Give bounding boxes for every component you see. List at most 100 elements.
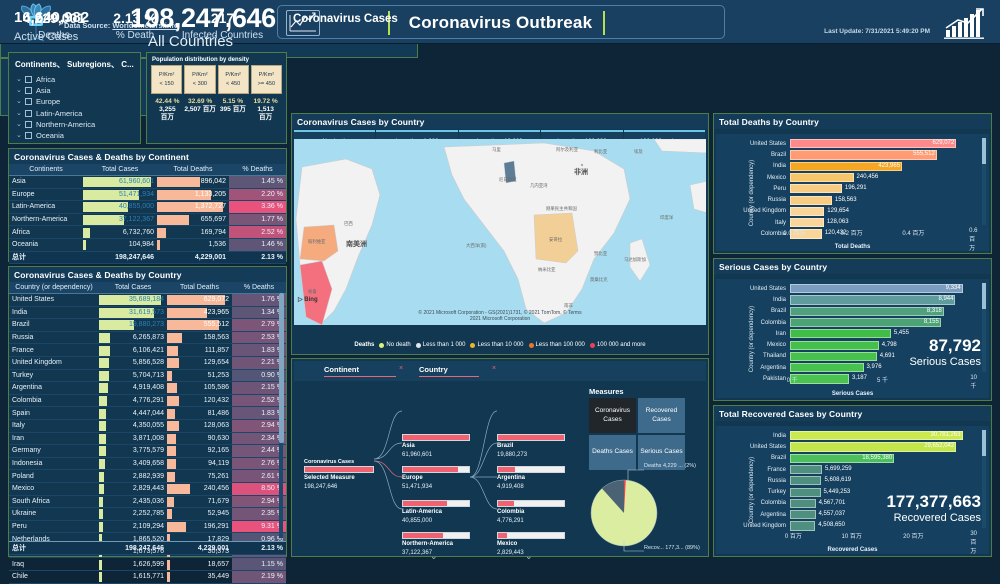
checkbox[interactable] [25,132,32,140]
table-row[interactable]: Iran 3,871,008 90,630 2.34 % [9,432,286,446]
table-row[interactable]: Oceania 104,984 1,536 1.46 % [9,238,286,252]
cell-country[interactable]: Iran [9,432,99,446]
table-row[interactable]: India 31,619,573 423,965 1.34 % [9,306,286,320]
bar-fill[interactable] [790,139,957,149]
map-canvas[interactable]: 巴西 南美洲 非洲 玻利维亚 秘鲁 安哥拉 刚果民主共和国 纳米比亚 南非 马达… [294,139,706,325]
tree-node-latin-america[interactable]: Latin-America 40,855,000 [402,500,470,525]
chevron-down-icon[interactable]: ⌄ [16,87,25,94]
cell-country[interactable]: Ukraine [9,507,99,521]
table-row[interactable]: United States 35,689,184 629,072 1.76 % [9,293,286,307]
tree-node-europe[interactable]: Europe 51,471,934 [402,466,470,491]
bar-fill[interactable] [790,195,832,205]
chevron-down-icon[interactable]: ⌄ [430,551,438,562]
filter-item-northern-america[interactable]: ⌄ Northern-America [9,119,140,130]
tree-node-asia[interactable]: Asia 61,960,601 [402,434,470,459]
cell-country[interactable]: Asia [9,175,83,189]
chart-bar-row[interactable]: Russia 158,563 [728,194,975,205]
table-row[interactable]: Russia 6,265,873 158,563 2.53 % [9,331,286,345]
density-card[interactable]: P/Km² < 450 [217,65,249,94]
tree-node-brazil[interactable]: Brazil 19,880,273 [497,434,565,459]
country-table[interactable]: Country (or dependency) Total Cases Tota… [9,282,286,584]
cell-country[interactable]: Mexico [9,482,99,496]
table-row[interactable]: United Kingdom 5,856,528 129,654 2.21 % [9,356,286,370]
chart-plot-area[interactable]: Country (or dependency) United States 629… [716,134,989,251]
bar-fill[interactable] [790,184,842,194]
chevron-down-icon[interactable]: ⌄ [16,98,25,105]
chevron-down-icon[interactable]: ⌄ [16,76,25,83]
chevron-down-icon[interactable]: ⌄ [16,132,25,139]
cell-country[interactable]: Oceania [9,238,83,252]
bar-fill[interactable] [790,284,963,294]
table-row[interactable]: Peru 2,109,294 196,291 9.31 % [9,520,286,534]
chart-bar-row[interactable]: United States 629,072 [728,138,975,149]
table-row[interactable]: Latin-America 40,855,000 1,372,727 3.36 % [9,200,286,214]
cell-country[interactable]: United Kingdom [9,356,99,370]
tree-node-root[interactable]: Coronavirus Cases Selected Measure 198,2… [304,459,374,491]
table-row[interactable]: Europe 51,471,934 1,133,205 2.20 % [9,188,286,202]
cell-country[interactable]: Chile [9,570,99,584]
table-row[interactable]: Colombia 4,776,291 120,432 2.52 % [9,394,286,408]
chart-bar-row[interactable]: Peru 196,291 [728,183,975,194]
cell-country[interactable]: South Africa [9,495,99,509]
table-row[interactable]: Mexico 2,829,443 240,456 8.50 % [9,482,286,496]
bar-fill[interactable] [790,498,816,509]
cell-country[interactable]: Italy [9,419,99,433]
bing-logo[interactable]: ▷ Bing [298,296,318,303]
cell-country[interactable]: Indonesia [9,457,99,471]
continent-table-body[interactable]: Asia 61,960,601 896,042 1.45 % Europe 51,471,… [9,175,286,252]
checkbox[interactable] [25,98,32,106]
col-pct-deaths[interactable]: % Deaths [229,164,286,176]
table-row[interactable]: Indonesia 3,409,658 94,119 2.76 % [9,457,286,471]
table-row[interactable]: Africa 6,732,760 169,794 2.52 % [9,225,286,239]
chevron-down-icon[interactable]: ⌄ [16,110,25,117]
col-pct-deaths[interactable]: % Deaths [232,282,286,294]
col-total-cases[interactable]: Total Cases [83,164,157,176]
continent-table[interactable]: Continents Total Cases Total Deaths % De… [9,164,286,265]
bar-fill[interactable] [790,172,854,183]
cell-country[interactable]: Iraq [9,557,99,572]
checkbox[interactable] [25,120,32,128]
cell-country[interactable]: Poland [9,469,99,483]
cell-country[interactable]: India [9,306,99,320]
measure-recovered-cases[interactable]: Recovered Cases [638,398,685,433]
bar-fill[interactable] [790,206,825,217]
bar-fill[interactable] [790,464,822,475]
tree-level-continent[interactable]: Continent [324,365,396,377]
filter-item-latin-america[interactable]: ⌄ Latin-America [9,108,140,119]
table-row[interactable]: Iraq 1,626,599 18,657 1.15 % [9,557,286,572]
bar-fill[interactable] [790,306,944,316]
cell-country[interactable]: Africa [9,225,83,239]
bar-fill[interactable] [790,295,956,305]
chart-bar-row[interactable]: Russia 5,608,619 [728,475,975,486]
bar-fill[interactable] [790,329,891,339]
cell-country[interactable]: Turkey [9,369,99,383]
cell-country[interactable]: United States [9,293,99,307]
bar-fill[interactable] [790,476,822,486]
bar-fill[interactable] [790,510,816,520]
checkbox[interactable] [25,87,32,95]
chart-plot-area[interactable]: Country (or dependency) India 30,781,263 U… [716,426,989,554]
table-row[interactable]: Ukraine 2,252,785 52,945 2.35 % [9,507,286,521]
table-row[interactable]: Italy 4,350,055 128,063 2.94 % [9,419,286,433]
col-total-deaths[interactable]: Total Deaths [157,164,229,176]
filter-item-oceania[interactable]: ⌄ Oceania [9,130,140,141]
bar-fill[interactable] [790,521,816,531]
filter-list[interactable]: ⌄ Africa ⌄ Asia ⌄ Europe ⌄ Latin-America… [9,74,140,141]
chart-bar-row[interactable]: India 30,781,263 [728,430,975,441]
scrollbar-thumb[interactable] [982,138,986,164]
table-row[interactable]: Turkey 5,704,713 51,253 0.90 % [9,369,286,383]
close-icon[interactable]: × [399,365,403,372]
bar-fill[interactable] [790,487,821,497]
scrollbar-thumb[interactable] [279,293,284,443]
cell-country[interactable]: Latin-America [9,200,83,214]
legend-item-lt-1000[interactable]: Less than 1 000 [415,342,465,348]
legend-item-lt-10000[interactable]: Less than 10 000 [470,342,524,348]
density-card[interactable]: P/Km² < 150 [151,65,183,94]
table-row[interactable]: Chile 1,615,771 35,449 2.19 % [9,570,286,584]
density-card[interactable]: P/Km² < 300 [184,65,216,94]
bar-fill[interactable] [790,351,877,362]
cell-country[interactable]: Spain [9,406,99,420]
cell-country[interactable]: Brazil [9,318,99,332]
cell-country[interactable]: Peru [9,520,99,534]
cell-country[interactable]: Colombia [9,394,99,408]
